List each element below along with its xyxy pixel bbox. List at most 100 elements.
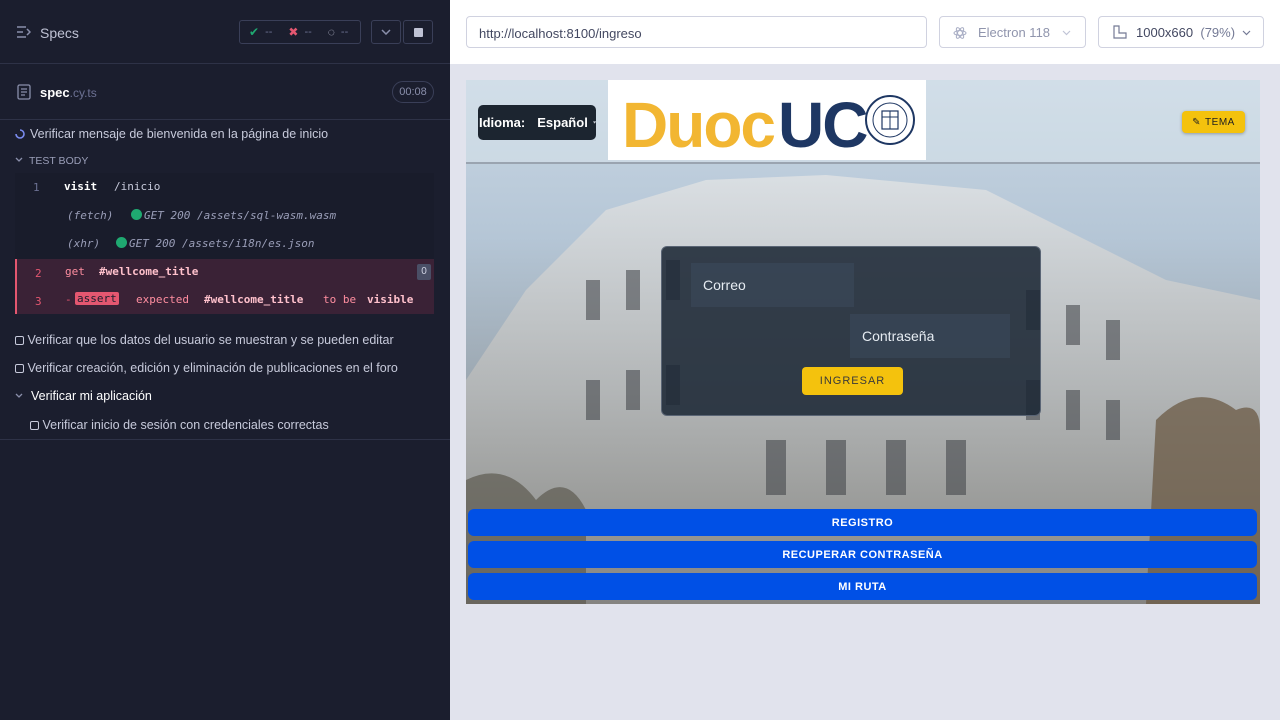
- request-path: /assets/sql-wasm.wasm: [197, 209, 337, 222]
- stop-icon: [413, 27, 423, 37]
- app-preview-panel: http://localhost:8100/ingreso Electron 1…: [450, 0, 1280, 720]
- language-selector[interactable]: Idioma: Español: [478, 105, 596, 140]
- command-number: 1: [33, 181, 40, 194]
- spec-file-row[interactable]: spec.cy.ts 00:08: [0, 64, 450, 120]
- suite-item[interactable]: Verificar mi aplicación: [15, 389, 152, 403]
- browser-name: Electron 118: [978, 24, 1051, 40]
- recover-password-button[interactable]: RECUPERAR CONTRASEÑA: [468, 541, 1257, 568]
- status-dot-icon: [116, 237, 127, 248]
- command-row-xhr[interactable]: (xhr) GET 200 /assets/i18n/es.json: [15, 229, 434, 259]
- theme-button[interactable]: ✎ TEMA: [1182, 111, 1245, 133]
- passed-count: --: [265, 26, 273, 38]
- login-button[interactable]: INGRESAR: [802, 367, 903, 395]
- pending-icon: ◌: [327, 25, 335, 39]
- stop-button[interactable]: [403, 20, 433, 44]
- cypress-runner-panel: Specs ✔ -- ✖ -- ◌ -- spec.cy.ts 00:08 Verif…: [0, 0, 450, 720]
- request-type: (fetch): [67, 209, 114, 222]
- request-status: 200: [155, 237, 176, 250]
- command-name: get: [65, 265, 85, 278]
- test-body-label: TEST BODY: [29, 155, 89, 167]
- chevron-down-icon: [15, 157, 23, 162]
- app-frame: Idioma: Español Duoc UC ✎TEMA Correo Co: [466, 80, 1260, 604]
- command-name: visit: [64, 180, 98, 193]
- test-item[interactable]: Verificar inicio de sesión con credencia…: [30, 418, 329, 432]
- chevron-down-icon: [381, 29, 391, 35]
- command-number: 2: [35, 267, 42, 280]
- test-label: Verificar creación, edición y eliminació…: [27, 361, 398, 375]
- spec-filename: spec: [40, 85, 70, 100]
- command-selector: #wellcome_title: [99, 265, 199, 278]
- passed-stat: ✔ --: [249, 25, 272, 39]
- specs-title[interactable]: Specs: [40, 25, 79, 41]
- language-value: Español: [537, 115, 588, 130]
- test-item[interactable]: Verificar que los datos del usuario se m…: [15, 333, 394, 347]
- running-spinner-icon: [15, 129, 25, 139]
- suite-label: Verificar mi aplicación: [31, 389, 152, 403]
- request-status: 200: [170, 209, 191, 222]
- checkbox-icon: [30, 421, 39, 431]
- wand-icon: ✎: [1192, 116, 1202, 128]
- test-label: Verificar que los datos del usuario se m…: [27, 333, 394, 347]
- logo-duoc-text: Duoc: [622, 89, 776, 161]
- x-icon: ✖: [288, 25, 299, 39]
- login-card: Correo Contraseña INGRESAR: [661, 246, 1041, 416]
- request-path: /assets/i18n/es.json: [182, 237, 315, 250]
- request-line: GET 200 /assets/i18n/es.json: [116, 237, 314, 250]
- url-bar[interactable]: http://localhost:8100/ingreso: [466, 16, 927, 48]
- my-route-button[interactable]: MI RUTA: [468, 573, 1257, 600]
- failed-count: --: [304, 26, 312, 38]
- runner-header: Specs ✔ -- ✖ -- ◌ --: [0, 0, 450, 64]
- chevron-down-icon: [1242, 30, 1251, 36]
- viewport-zoom: (79%): [1200, 24, 1236, 40]
- expand-button[interactable]: [371, 20, 401, 44]
- command-number: 3: [35, 295, 42, 308]
- test-label: Verificar mensaje de bienvenida en la pá…: [30, 127, 329, 141]
- register-button[interactable]: REGISTRO: [468, 509, 1257, 536]
- request-line: GET 200 /assets/sql-wasm.wasm: [131, 209, 336, 222]
- test-item-running[interactable]: Verificar mensaje de bienvenida en la pá…: [15, 127, 328, 141]
- check-icon: ✔: [249, 25, 260, 39]
- command-row-assert[interactable]: 3 - assert expected #wellcome_title to b…: [15, 287, 434, 314]
- checkbox-icon: [15, 364, 24, 374]
- status-dot-icon: [131, 209, 142, 220]
- viewport-selector[interactable]: 1000x660 (79%): [1098, 16, 1264, 48]
- test-item[interactable]: Verificar creación, edición y eliminació…: [15, 361, 398, 375]
- failed-stat: ✖ --: [288, 25, 311, 39]
- checkbox-icon: [15, 336, 24, 346]
- caret-down-icon: [592, 121, 596, 124]
- assert-to-be: to be: [323, 293, 357, 306]
- preview-toolbar: http://localhost:8100/ingreso Electron 1…: [450, 0, 1280, 64]
- command-prefix: -: [65, 293, 72, 306]
- electron-icon: [953, 27, 967, 39]
- document-icon: [17, 84, 31, 100]
- command-arg: /inicio: [114, 180, 161, 193]
- command-row-fetch[interactable]: (fetch) GET 200 /assets/sql-wasm.wasm: [15, 201, 434, 229]
- browser-selector[interactable]: Electron 118: [939, 16, 1086, 48]
- logo-uc-text: UC: [778, 89, 868, 161]
- ruler-icon: [1113, 25, 1127, 39]
- language-label: Idioma:: [479, 115, 526, 130]
- divider: [0, 439, 450, 440]
- test-stats: ✔ -- ✖ -- ◌ --: [239, 20, 361, 44]
- element-count-badge: 0: [417, 264, 431, 280]
- command-row-get[interactable]: 2 get #wellcome_title 0: [15, 259, 434, 287]
- pending-stat: ◌ --: [328, 25, 348, 39]
- theme-label: TEMA: [1205, 116, 1235, 128]
- university-seal-icon: [865, 95, 915, 145]
- chevron-down-icon: [1062, 30, 1071, 36]
- request-method: GET: [144, 209, 164, 222]
- spec-name: spec.cy.ts: [40, 85, 97, 100]
- duoc-uc-logo: Duoc UC: [608, 80, 926, 161]
- assert-selector: #wellcome_title: [204, 293, 304, 306]
- chevron-down-icon: [15, 393, 23, 398]
- test-body-header[interactable]: TEST BODY: [15, 155, 88, 167]
- command-row-visit[interactable]: 1 visit /inicio: [15, 173, 434, 201]
- password-field[interactable]: Contraseña: [850, 314, 1010, 358]
- assert-expected: expected: [136, 293, 189, 306]
- app-header: Idioma: Español Duoc UC ✎ TEMA: [466, 80, 1260, 164]
- request-type: (xhr): [67, 237, 101, 250]
- request-method: GET: [129, 237, 149, 250]
- email-field[interactable]: Correo: [691, 263, 854, 307]
- pending-count: --: [340, 26, 349, 38]
- specs-menu-icon[interactable]: [17, 26, 31, 38]
